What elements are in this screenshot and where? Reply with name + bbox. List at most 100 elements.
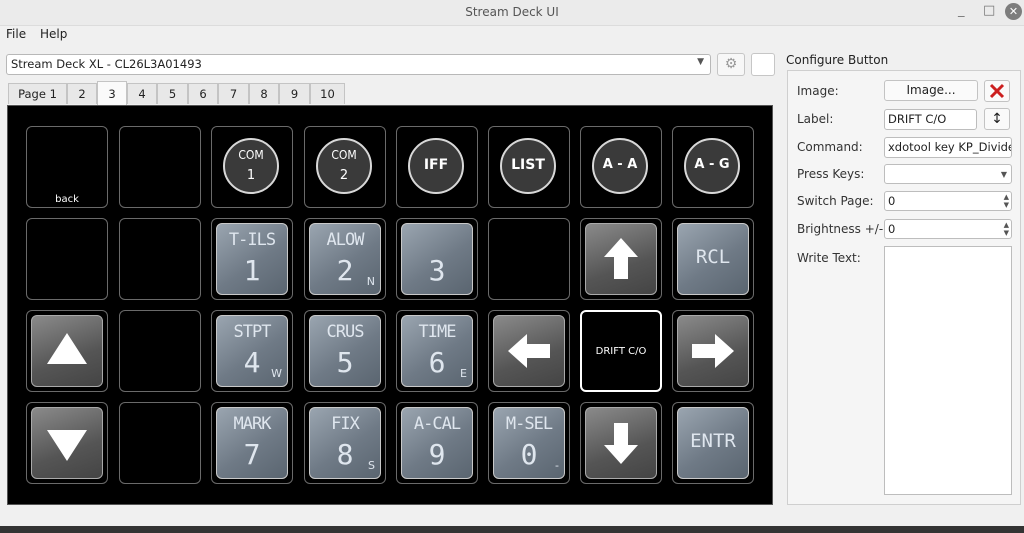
chevron-down-icon: ▼: [1000, 170, 1007, 179]
blank-button[interactable]: [751, 53, 775, 76]
key-label: A - G: [694, 157, 730, 172]
keypad-image: T-ILS 1: [216, 223, 288, 295]
minimize-icon[interactable]: _: [958, 3, 965, 18]
maximize-icon[interactable]: □: [983, 3, 995, 18]
deck-key-empty[interactable]: [488, 218, 570, 300]
deck-key-empty[interactable]: [119, 402, 201, 484]
radio-button-image: COM 2: [316, 138, 372, 194]
title-bar: Stream Deck UI _ □ ✕: [0, 0, 1024, 26]
tab-page-9[interactable]: 9: [279, 83, 310, 104]
deck-key-com1[interactable]: COM 1: [211, 126, 293, 208]
deck-key-crus[interactable]: CRUS 5: [304, 310, 386, 392]
key-number: 9: [428, 438, 446, 471]
tab-page-1[interactable]: Page 1: [8, 83, 67, 104]
radio-button-image: A - A: [592, 138, 648, 194]
deck-key-a-cal[interactable]: A-CAL 9: [396, 402, 478, 484]
presskeys-label: Press Keys:: [797, 167, 865, 181]
keypad-image: RCL: [677, 223, 749, 295]
tab-page-8[interactable]: 8: [249, 83, 279, 104]
key-sub: -: [555, 459, 559, 472]
tab-page-5[interactable]: 5: [157, 83, 188, 104]
deck-key-up[interactable]: [580, 218, 662, 300]
deck-key-list[interactable]: LIST: [488, 126, 570, 208]
tab-page-2[interactable]: 2: [67, 83, 97, 104]
command-label: Command:: [797, 140, 863, 154]
image-button[interactable]: Image...: [884, 80, 978, 101]
deck-key-empty[interactable]: [119, 218, 201, 300]
writetext-area[interactable]: [884, 246, 1012, 495]
deck-key-drift-co[interactable]: DRIFT C/O: [580, 310, 662, 392]
deck-key-time[interactable]: TIME 6 E: [396, 310, 478, 392]
deck-key-up-triangle[interactable]: [26, 310, 108, 392]
tab-page-6[interactable]: 6: [188, 83, 218, 104]
radio-button-image: COM 1: [223, 138, 279, 194]
key-number: 5: [336, 346, 354, 379]
presskeys-select[interactable]: ▼: [884, 164, 1012, 184]
key-number: 0: [520, 438, 538, 471]
label-input[interactable]: DRIFT C/O: [884, 109, 977, 130]
deck-key-m-sel[interactable]: M-SEL 0 -: [488, 402, 570, 484]
tab-page-10[interactable]: 10: [310, 83, 345, 104]
device-select[interactable]: Stream Deck XL - CL26L3A01493 ▼: [6, 54, 711, 75]
label-position-button[interactable]: ↕: [984, 108, 1010, 130]
deck-key-com2[interactable]: COM 2: [304, 126, 386, 208]
brightness-spinbox[interactable]: 0 ▲ ▼: [884, 219, 1012, 239]
delete-icon: [989, 83, 1005, 99]
deck-key-empty[interactable]: [119, 310, 201, 392]
radio-button-image: IFF: [408, 138, 464, 194]
key-label: ALOW: [326, 230, 365, 250]
deck-key-fix[interactable]: FIX 8 S: [304, 402, 386, 484]
delete-image-button[interactable]: [984, 80, 1010, 102]
deck-key-back[interactable]: back: [26, 126, 108, 208]
deck-key-empty[interactable]: [119, 126, 201, 208]
radio-button-image: A - G: [684, 138, 740, 194]
down-triangle-icon: [31, 407, 103, 479]
keypad-image: MARK 7: [216, 407, 288, 479]
key-label: 1: [246, 168, 256, 183]
key-number: 7: [243, 438, 261, 471]
command-input[interactable]: xdotool key KP_Divide: [884, 137, 1012, 158]
spin-arrows-icon[interactable]: ▲ ▼: [1004, 193, 1009, 209]
deck-key-right[interactable]: [672, 310, 754, 392]
keypad-image: TIME 6 E: [401, 315, 473, 387]
key-label: 2: [339, 168, 349, 183]
deck-key-aa[interactable]: A - A: [580, 126, 662, 208]
deck-key-stpt[interactable]: STPT 4 W: [211, 310, 293, 392]
right-arrow-icon: [677, 315, 749, 387]
menu-file[interactable]: File: [6, 27, 26, 41]
taskbar-edge: [0, 526, 1024, 533]
key-label: M-SEL: [505, 414, 553, 434]
deck-key-iff[interactable]: IFF: [396, 126, 478, 208]
key-label: STPT: [233, 322, 272, 342]
deck-key-mark[interactable]: MARK 7: [211, 402, 293, 484]
deck-key-down[interactable]: [580, 402, 662, 484]
deck-key-left[interactable]: [488, 310, 570, 392]
keypad-image: ALOW 2 N: [309, 223, 381, 295]
key-label: back: [55, 194, 79, 205]
deck-key-alow[interactable]: ALOW 2 N: [304, 218, 386, 300]
key-label: LIST: [511, 157, 545, 173]
settings-button[interactable]: ⚙: [717, 53, 745, 76]
key-label: A - A: [602, 157, 638, 172]
close-icon[interactable]: ✕: [1005, 3, 1022, 20]
tab-page-3[interactable]: 3: [97, 81, 127, 105]
keypad-image: STPT 4 W: [216, 315, 288, 387]
deck-key-3[interactable]: 3: [396, 218, 478, 300]
switchpage-spinbox[interactable]: 0 ▲ ▼: [884, 191, 1012, 211]
tab-page-7[interactable]: 7: [218, 83, 249, 104]
deck-key-ag[interactable]: A - G: [672, 126, 754, 208]
deck-key-rcl[interactable]: RCL: [672, 218, 754, 300]
menu-help[interactable]: Help: [40, 27, 67, 41]
spin-arrows-icon[interactable]: ▲ ▼: [1004, 221, 1009, 237]
key-sub: E: [460, 367, 467, 380]
key-label: A-CAL: [413, 414, 461, 434]
deck-key-t-ils[interactable]: T-ILS 1: [211, 218, 293, 300]
deck-key-empty[interactable]: [26, 218, 108, 300]
deck-key-down-triangle[interactable]: [26, 402, 108, 484]
deck-key-entr[interactable]: ENTR: [672, 402, 754, 484]
tab-page-4[interactable]: 4: [127, 83, 157, 104]
window-title: Stream Deck UI: [465, 5, 559, 19]
key-label: FIX: [331, 414, 360, 434]
keypad-image: A-CAL 9: [401, 407, 473, 479]
device-select-value: Stream Deck XL - CL26L3A01493: [11, 57, 202, 71]
